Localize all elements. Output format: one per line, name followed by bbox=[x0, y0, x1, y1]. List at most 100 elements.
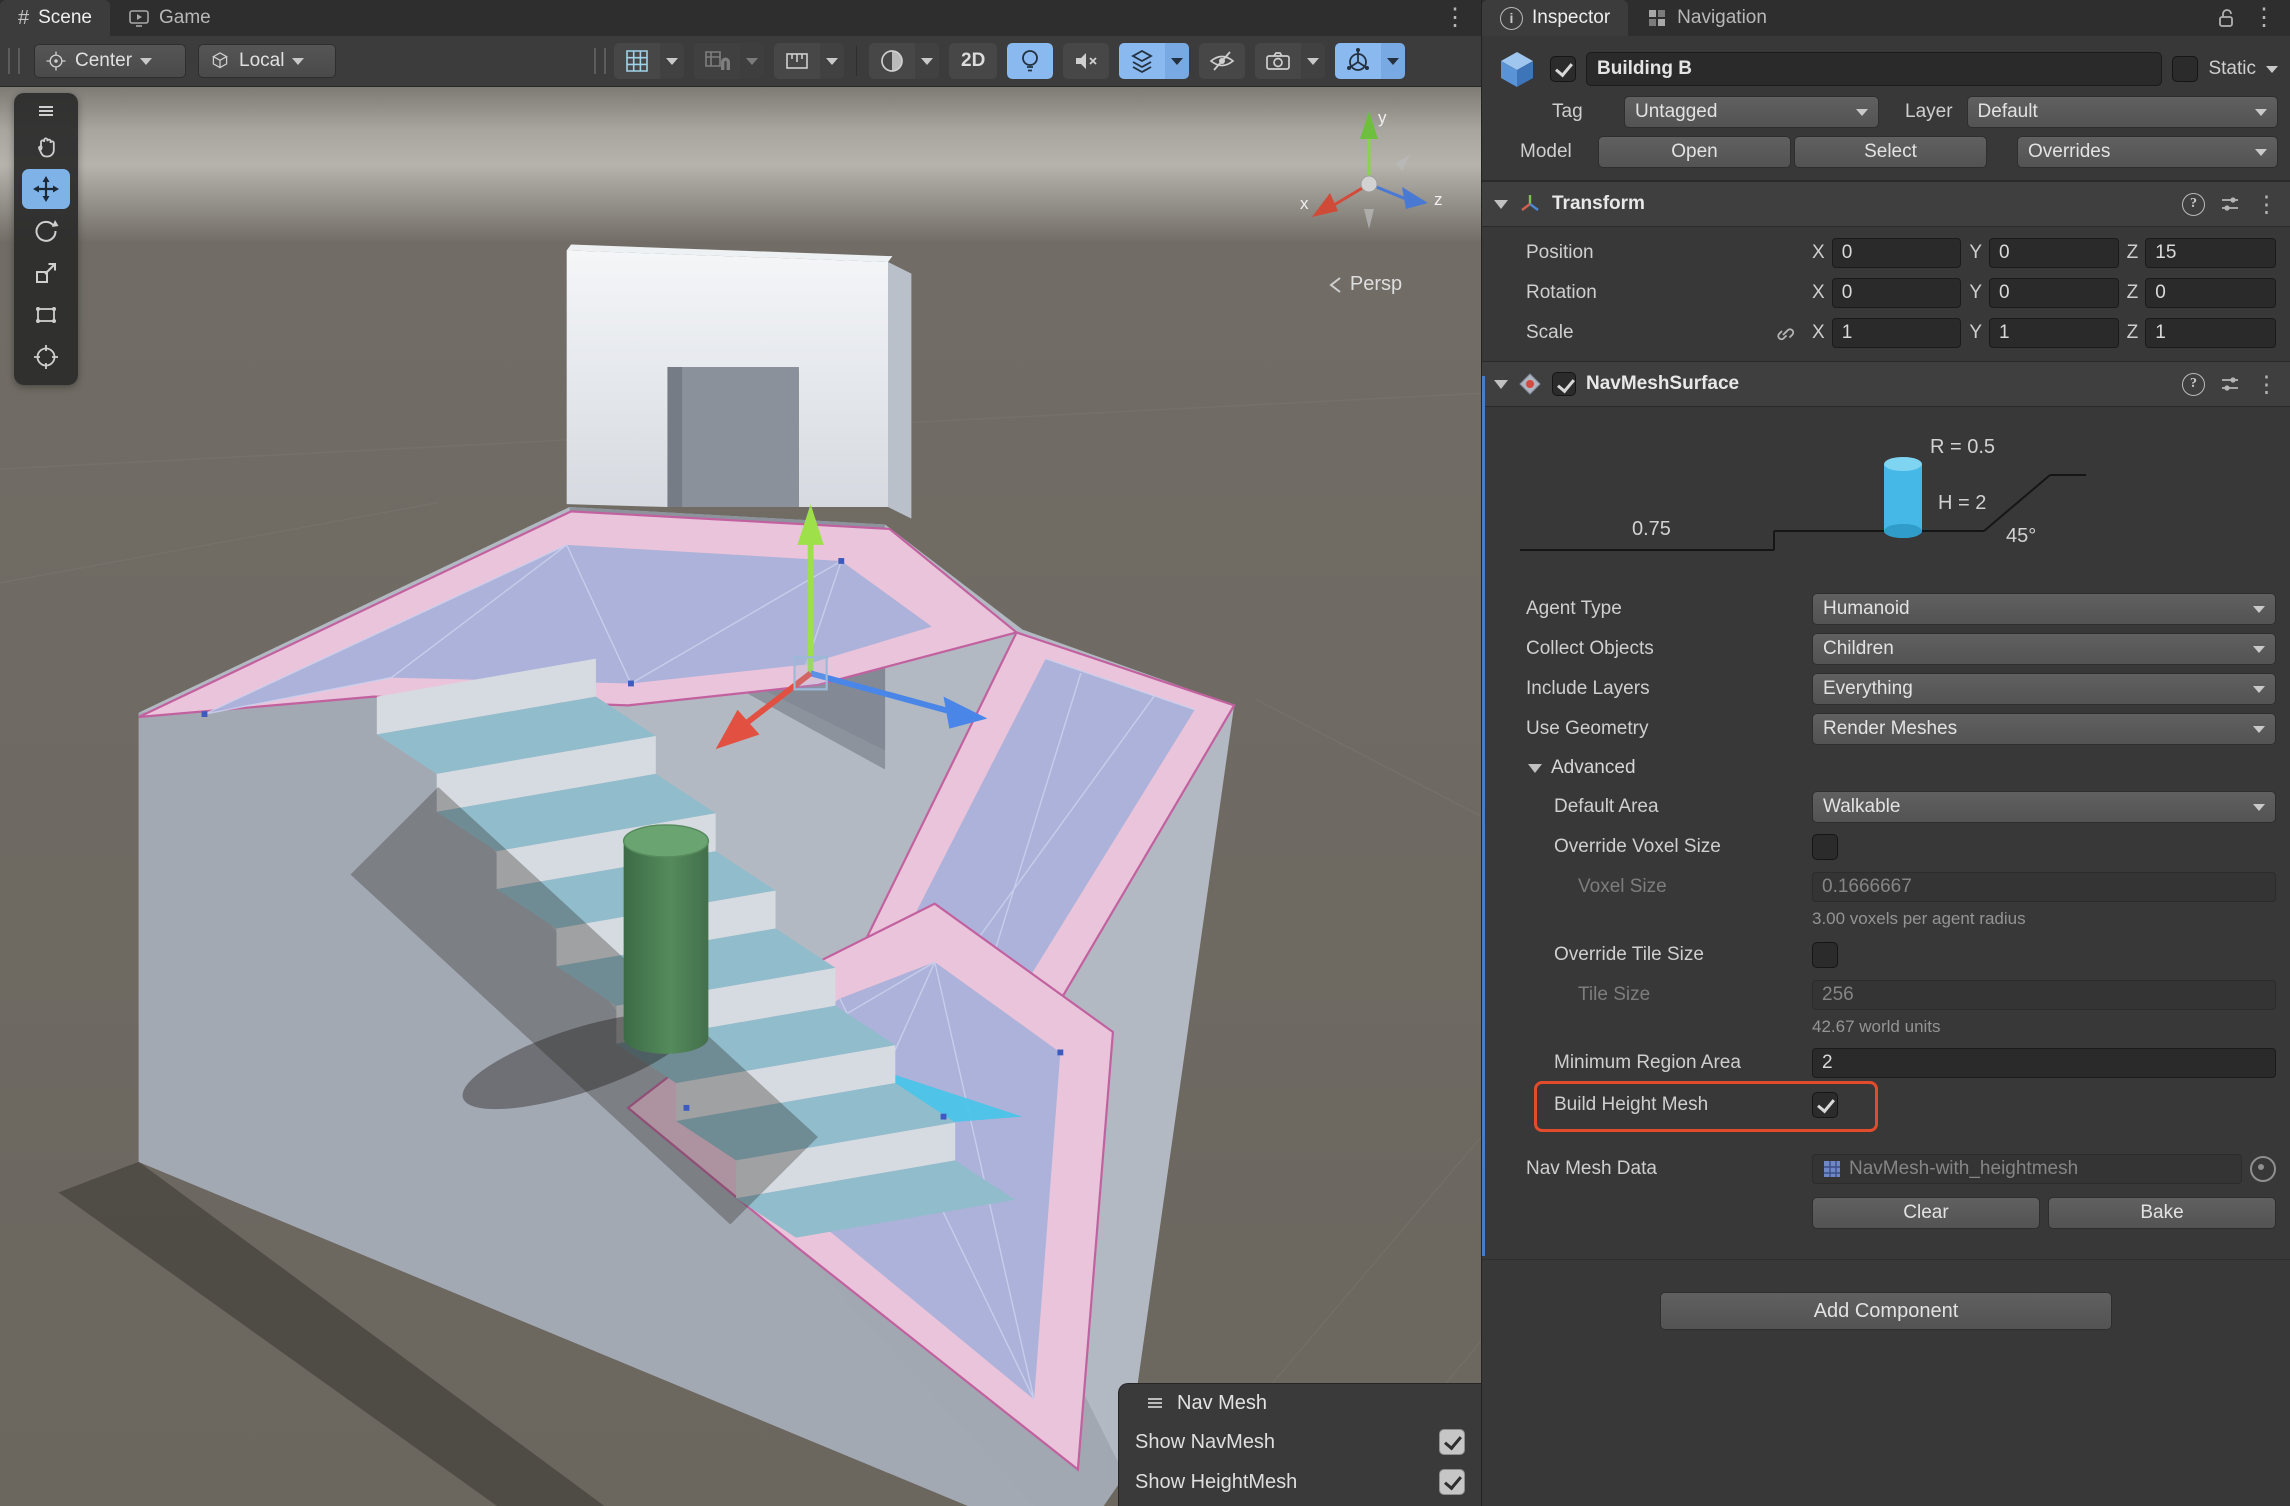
position-z-field[interactable]: 15 bbox=[2145, 238, 2276, 268]
default-area-dropdown[interactable]: Walkable bbox=[1812, 791, 2276, 823]
help-icon[interactable]: ? bbox=[2182, 373, 2205, 396]
inspector-panel-menu-icon[interactable]: ⋮ bbox=[2252, 6, 2276, 30]
help-icon[interactable]: ? bbox=[2182, 193, 2205, 216]
show-navmesh-checkbox[interactable] bbox=[1439, 1429, 1465, 1455]
scale-z-field[interactable]: 1 bbox=[2145, 318, 2276, 348]
scale-tool[interactable] bbox=[22, 253, 70, 293]
tag-dropdown[interactable]: Untagged bbox=[1624, 96, 1879, 128]
static-checkbox[interactable] bbox=[2172, 56, 2198, 82]
overrides-label: Overrides bbox=[2028, 141, 2110, 163]
hand-tool[interactable] bbox=[22, 127, 70, 167]
navmesh-display-panel: Nav Mesh Show NavMesh Show HeightMesh bbox=[1118, 1383, 1481, 1506]
static-flags-chevron-icon[interactable] bbox=[2266, 66, 2278, 73]
build-height-mesh-checkbox[interactable] bbox=[1812, 1092, 1838, 1118]
scale-x-field[interactable]: 1 bbox=[1832, 318, 1962, 348]
show-heightmesh-checkbox[interactable] bbox=[1439, 1469, 1465, 1495]
add-component-button[interactable]: Add Component bbox=[1660, 1292, 2112, 1330]
transform-tool[interactable] bbox=[22, 337, 70, 377]
minimum-region-area-field[interactable]: 2 bbox=[1812, 1048, 2276, 1078]
include-layers-dropdown[interactable]: Everything bbox=[1812, 673, 2276, 705]
tab-game[interactable]: Game bbox=[110, 0, 229, 36]
navmeshsurface-header[interactable]: NavMeshSurface ? ⋮ bbox=[1482, 361, 2290, 407]
agent-type-label: Agent Type bbox=[1526, 598, 1812, 620]
layer-dropdown[interactable]: Default bbox=[1967, 96, 2278, 128]
z-axis-cone[interactable] bbox=[1402, 187, 1428, 209]
scene-camera-button[interactable] bbox=[1255, 43, 1325, 79]
toolbar-drag-handle[interactable] bbox=[594, 48, 606, 74]
constrain-proportions-link-icon[interactable] bbox=[1774, 322, 1796, 344]
prefab-cube-icon[interactable] bbox=[1494, 46, 1540, 92]
voxel-size-row: Voxel Size 0.1666667 bbox=[1482, 867, 2290, 907]
move-tool[interactable] bbox=[22, 169, 70, 209]
agent-type-dropdown[interactable]: Humanoid bbox=[1812, 593, 2276, 625]
scale-row: Scale X 1 Y 1 Z 1 bbox=[1482, 313, 2290, 353]
orientation-gizmo[interactable]: x y z bbox=[1284, 97, 1454, 267]
tab-inspector[interactable]: i Inspector bbox=[1482, 0, 1628, 36]
component-menu-icon[interactable]: ⋮ bbox=[2255, 371, 2278, 398]
palette-menu-icon[interactable] bbox=[14, 97, 78, 125]
y-axis-label: Y bbox=[1969, 282, 1982, 304]
toolbar-separator bbox=[856, 46, 857, 76]
gizmos-button[interactable] bbox=[1335, 43, 1405, 79]
model-select-button[interactable]: Select bbox=[1794, 136, 1987, 168]
2d-toggle-button[interactable]: 2D bbox=[949, 43, 997, 79]
foldout-arrow-icon bbox=[1528, 764, 1542, 773]
tab-navigation[interactable]: Navigation bbox=[1628, 0, 1785, 36]
clear-button[interactable]: Clear bbox=[1812, 1197, 2040, 1229]
bake-button[interactable]: Bake bbox=[2048, 1197, 2276, 1229]
use-geometry-dropdown[interactable]: Render Meshes bbox=[1812, 713, 2276, 745]
y-axis-cone[interactable] bbox=[1360, 111, 1378, 139]
collect-objects-dropdown[interactable]: Children bbox=[1812, 633, 2276, 665]
presets-icon[interactable] bbox=[2219, 373, 2241, 395]
nav-mesh-data-field[interactable]: NavMesh-with_heightmesh bbox=[1812, 1154, 2242, 1184]
scene-lighting-button[interactable] bbox=[1007, 43, 1053, 79]
foldout-arrow-icon[interactable] bbox=[1494, 380, 1508, 389]
rotation-x-field[interactable]: 0 bbox=[1832, 278, 1962, 308]
z-axis-label: Z bbox=[2127, 322, 2139, 344]
ruler-button[interactable] bbox=[774, 43, 844, 79]
orientation-dropdown[interactable]: Local bbox=[198, 44, 336, 78]
overrides-dropdown[interactable]: Overrides bbox=[2017, 136, 2278, 168]
override-tile-size-checkbox[interactable] bbox=[1812, 942, 1838, 968]
foldout-arrow-icon[interactable] bbox=[1494, 200, 1508, 209]
pivot-mode-dropdown[interactable]: Center bbox=[34, 44, 186, 78]
grid-snapping-button[interactable] bbox=[694, 43, 764, 79]
position-x-field[interactable]: 0 bbox=[1832, 238, 1962, 268]
override-voxel-size-row: Override Voxel Size bbox=[1482, 827, 2290, 867]
rotation-y-field[interactable]: 0 bbox=[1989, 278, 2119, 308]
chevron-down-icon bbox=[1387, 58, 1399, 65]
scene-viewport[interactable]: x y z Persp Nav Mesh Show NavMesh bbox=[0, 87, 1481, 1506]
projection-toggle[interactable]: Persp bbox=[1280, 273, 1450, 296]
scale-z: 1 bbox=[2155, 322, 2166, 344]
speaker-muted-icon bbox=[1071, 46, 1101, 76]
toolbar-drag-handle[interactable] bbox=[8, 48, 20, 74]
navmeshsurface-enabled-checkbox[interactable] bbox=[1552, 372, 1576, 396]
shading-mode-button[interactable] bbox=[869, 43, 939, 79]
scale-y-field[interactable]: 1 bbox=[1989, 318, 2119, 348]
navmesh-panel-header[interactable]: Nav Mesh bbox=[1119, 1384, 1481, 1422]
tab-scene[interactable]: # Scene bbox=[0, 0, 110, 36]
presets-icon[interactable] bbox=[2219, 193, 2241, 215]
lock-icon[interactable] bbox=[2216, 7, 2236, 29]
rotate-tool[interactable] bbox=[22, 211, 70, 251]
scene-visibility-button[interactable] bbox=[1199, 43, 1245, 79]
x-axis-cone[interactable] bbox=[1312, 193, 1338, 217]
move-icon bbox=[32, 175, 60, 203]
scene-effects-button[interactable] bbox=[1119, 43, 1189, 79]
component-menu-icon[interactable]: ⋮ bbox=[2255, 191, 2278, 218]
rotation-z-field[interactable]: 0 bbox=[2145, 278, 2276, 308]
grid-visibility-button[interactable] bbox=[614, 43, 684, 79]
override-voxel-size-checkbox[interactable] bbox=[1812, 834, 1838, 860]
transform-header[interactable]: Transform ? ⋮ bbox=[1482, 181, 2290, 227]
scene-panel-menu-icon[interactable]: ⋮ bbox=[1429, 6, 1481, 30]
object-picker-icon[interactable] bbox=[2250, 1156, 2276, 1182]
scene-audio-button[interactable] bbox=[1063, 43, 1109, 79]
scale-x: 1 bbox=[1842, 322, 1853, 344]
gameobject-name-field[interactable]: Building B bbox=[1586, 52, 2162, 86]
advanced-foldout[interactable]: Advanced bbox=[1482, 749, 2290, 787]
rect-tool[interactable] bbox=[22, 295, 70, 335]
gameobject-enabled-checkbox[interactable] bbox=[1550, 56, 1576, 82]
model-open-button[interactable]: Open bbox=[1598, 136, 1791, 168]
voxel-size-value: 0.1666667 bbox=[1822, 876, 1912, 898]
position-y-field[interactable]: 0 bbox=[1989, 238, 2119, 268]
